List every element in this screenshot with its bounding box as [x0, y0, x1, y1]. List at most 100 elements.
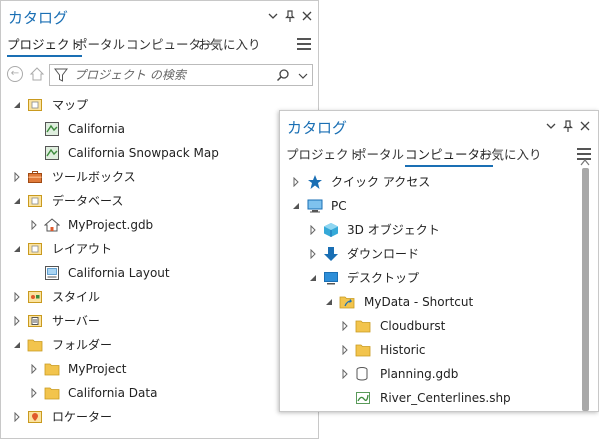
- expand-icon[interactable]: [340, 345, 350, 355]
- collapse-icon[interactable]: [308, 273, 318, 283]
- menu-icon[interactable]: [297, 38, 311, 50]
- tab-favorites[interactable]: お気に入り: [479, 144, 542, 165]
- tree-item-label: デスクトップ: [347, 271, 420, 285]
- tree-item-label: データベース: [52, 194, 124, 208]
- collapse-icon[interactable]: [291, 201, 301, 211]
- chevron-down-icon[interactable]: [266, 9, 280, 23]
- pane-titlebar: カタログ: [1, 1, 318, 31]
- expand-icon[interactable]: [29, 388, 39, 398]
- chevron-down-icon[interactable]: [298, 70, 308, 80]
- tree-item-label: Cloudburst: [380, 319, 446, 333]
- tab-portal[interactable]: ポータル: [75, 34, 125, 55]
- map-icon: [44, 121, 60, 137]
- scroll-up-arrow[interactable]: [580, 155, 590, 166]
- tree-item-planning-gdb[interactable]: Planning.gdb: [280, 363, 580, 385]
- collapse-icon[interactable]: [12, 244, 22, 254]
- tree-item-toolboxes[interactable]: ツールボックス: [1, 166, 318, 188]
- tree-item-mydata-shortcut[interactable]: MyData - Shortcut: [280, 291, 580, 313]
- expand-icon[interactable]: [12, 172, 22, 182]
- pc-monitor-icon: [307, 198, 323, 214]
- collapse-icon[interactable]: [12, 100, 22, 110]
- locator-folder-icon: [27, 409, 43, 425]
- layout-folder-icon: [27, 241, 43, 257]
- tree-item-locators[interactable]: ロケーター: [1, 406, 318, 428]
- tree-item-california-map[interactable]: California: [1, 118, 318, 140]
- tree-item-quick-access[interactable]: クイック アクセス: [280, 171, 580, 193]
- style-folder-icon: [27, 289, 43, 305]
- tree-item-label: MyProject.gdb: [68, 218, 154, 232]
- tree-item-cloudburst[interactable]: Cloudburst: [280, 315, 580, 337]
- collapse-icon[interactable]: [12, 196, 22, 206]
- expand-icon[interactable]: [29, 364, 39, 374]
- tree-item-label: MyProject: [68, 362, 127, 376]
- pane-title: カタログ: [287, 119, 348, 137]
- tree-item-styles[interactable]: スタイル: [1, 286, 318, 308]
- tree-item-pc[interactable]: PC: [280, 195, 580, 217]
- tree-item-myproject-folder[interactable]: MyProject: [1, 358, 318, 380]
- folder-icon: [355, 318, 371, 334]
- expand-icon[interactable]: [291, 177, 301, 187]
- expand-icon[interactable]: [308, 249, 318, 259]
- collapse-icon[interactable]: [324, 297, 334, 307]
- tree-item-maps[interactable]: マップ: [1, 94, 318, 116]
- chevron-down-icon[interactable]: [544, 119, 558, 133]
- tree-item-servers[interactable]: サーバー: [1, 310, 318, 332]
- back-arrow-icon[interactable]: ←: [7, 66, 23, 82]
- tree-item-label: ツールボックス: [52, 170, 136, 184]
- close-icon[interactable]: [578, 119, 592, 133]
- expand-icon[interactable]: [12, 316, 22, 326]
- tree-item-label: 3D オブジェクト: [347, 223, 440, 237]
- home-icon[interactable]: [29, 66, 45, 82]
- expand-icon[interactable]: [340, 369, 350, 379]
- pin-icon[interactable]: [283, 9, 297, 23]
- tree-item-california-layout[interactable]: California Layout: [1, 262, 318, 284]
- tree-item-desktop[interactable]: デスクトップ: [280, 267, 580, 289]
- tab-project[interactable]: プロジェクト: [286, 144, 361, 165]
- tree-item-myproject-gdb[interactable]: MyProject.gdb: [1, 214, 318, 236]
- tree-item-layouts[interactable]: レイアウト: [1, 238, 318, 260]
- folder-icon: [44, 385, 60, 401]
- folder-icon: [355, 342, 371, 358]
- download-arrow-icon: [323, 246, 339, 262]
- scrollbar-thumb[interactable]: [582, 168, 589, 411]
- filter-icon[interactable]: [54, 68, 68, 82]
- shapefile-line-icon: [355, 390, 371, 406]
- tab-favorites[interactable]: お気に入り: [198, 34, 261, 55]
- expand-icon[interactable]: [340, 321, 350, 331]
- close-icon[interactable]: [300, 9, 314, 23]
- expand-icon[interactable]: [29, 220, 39, 230]
- tree-item-label: River_Centerlines.shp: [380, 391, 511, 405]
- quick-access-star-icon: [307, 174, 323, 190]
- expand-icon[interactable]: [12, 412, 22, 422]
- tree-item-label: California Snowpack Map: [68, 146, 219, 160]
- search-box: [49, 64, 313, 86]
- tab-portal[interactable]: ポータル: [354, 144, 404, 165]
- expand-icon[interactable]: [12, 292, 22, 302]
- tree-item-folders[interactable]: フォルダー: [1, 334, 318, 356]
- tree-item-snowpack-map[interactable]: California Snowpack Map: [1, 142, 318, 164]
- geodatabase-icon: [355, 366, 371, 382]
- collapse-icon[interactable]: [12, 340, 22, 350]
- database-folder-icon: [27, 193, 43, 209]
- catalog-tabs: プロジェクト ポータル コンピューター お気に入り: [286, 144, 598, 167]
- tree-item-downloads[interactable]: ダウンロード: [280, 243, 580, 265]
- catalog-pane-computer: カタログ プロジェクト ポータル コンピューター お気に入り クイック アクセス…: [279, 110, 599, 412]
- tree-item-databases[interactable]: データベース: [1, 190, 318, 212]
- tree-item-label: MyData - Shortcut: [364, 295, 474, 309]
- tree-item-historic[interactable]: Historic: [280, 339, 580, 361]
- catalog-tabs: プロジェクト ポータル コンピューター お気に入り: [7, 34, 318, 57]
- server-folder-icon: [27, 313, 43, 329]
- tab-project[interactable]: プロジェクト: [7, 34, 83, 57]
- toolbox-folder-icon: [27, 169, 43, 185]
- tree-item-river-centerlines[interactable]: River_Centerlines.shp: [280, 387, 580, 409]
- folder-home-icon: [44, 361, 60, 377]
- expand-icon[interactable]: [308, 225, 318, 235]
- pin-icon[interactable]: [561, 119, 575, 133]
- tree-item-label: California Data: [68, 386, 158, 400]
- 3d-objects-icon: [323, 222, 339, 238]
- search-icon[interactable]: [276, 68, 290, 82]
- search-input[interactable]: [74, 67, 274, 83]
- tree-item-3d-objects[interactable]: 3D オブジェクト: [280, 219, 580, 241]
- pane-title: カタログ: [8, 9, 69, 27]
- tree-item-california-data[interactable]: California Data: [1, 382, 318, 404]
